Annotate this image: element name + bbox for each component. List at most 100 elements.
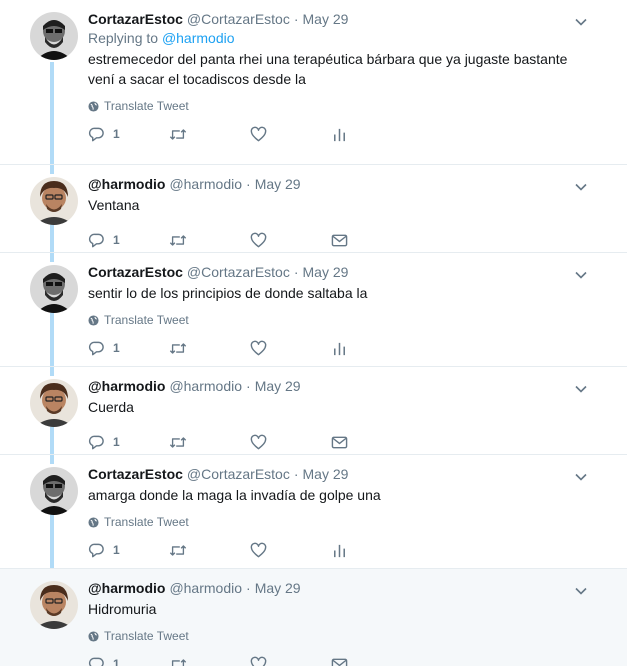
tweet[interactable]: @harmodio @harmodio · May 29 Cuerda 1 bbox=[0, 367, 627, 455]
like-button[interactable] bbox=[250, 656, 331, 666]
separator-dot: · bbox=[246, 176, 251, 192]
reply-button[interactable]: 1 bbox=[88, 656, 169, 666]
tweet[interactable]: CortazarEstoc @CortazarEstoc · May 29 am… bbox=[0, 455, 627, 569]
tweet-timestamp[interactable]: May 29 bbox=[255, 580, 301, 596]
avatar-harmodio[interactable] bbox=[30, 581, 78, 629]
retweet-icon bbox=[169, 342, 187, 354]
tweet-text: Hidromuria bbox=[88, 601, 157, 617]
separator-dot: · bbox=[293, 264, 299, 280]
avatar-harmodio[interactable] bbox=[30, 177, 78, 225]
reply-count: 1 bbox=[113, 435, 120, 449]
tweet-actions: 1 bbox=[88, 427, 617, 457]
analytics-icon bbox=[334, 128, 345, 141]
avatar-harmodio[interactable] bbox=[30, 379, 78, 427]
tweet-actions: 1 bbox=[88, 649, 617, 666]
author-fullname[interactable]: @harmodio bbox=[88, 378, 165, 394]
tweet[interactable]: CortazarEstoc @CortazarEstoc · May 29 Re… bbox=[0, 0, 627, 165]
reply-icon bbox=[88, 543, 104, 557]
retweet-icon bbox=[169, 544, 187, 556]
tweet-timestamp[interactable]: May 29 bbox=[255, 176, 301, 192]
heart-icon bbox=[250, 656, 267, 666]
analytics-button[interactable] bbox=[331, 126, 412, 143]
direct-message-icon bbox=[331, 436, 348, 448]
retweet-button[interactable] bbox=[169, 232, 250, 249]
analytics-icon bbox=[334, 544, 345, 557]
globe-icon bbox=[88, 630, 99, 642]
like-button[interactable] bbox=[250, 542, 331, 559]
tweet-text: sentir lo de los principios de donde sal… bbox=[88, 285, 368, 301]
reply-count: 1 bbox=[113, 543, 120, 557]
retweet-button[interactable] bbox=[169, 434, 250, 451]
avatar-cortazar[interactable] bbox=[30, 12, 78, 60]
reply-button[interactable]: 1 bbox=[88, 434, 169, 451]
translate-tweet-link[interactable]: Translate Tweet bbox=[88, 515, 617, 529]
like-button[interactable] bbox=[250, 340, 331, 357]
author-fullname[interactable]: CortazarEstoc bbox=[88, 466, 183, 482]
analytics-icon bbox=[334, 342, 345, 355]
retweet-button[interactable] bbox=[169, 340, 250, 357]
reply-button[interactable]: 1 bbox=[88, 542, 169, 559]
author-username[interactable]: @CortazarEstoc bbox=[187, 264, 290, 280]
direct-message-button[interactable] bbox=[331, 656, 412, 666]
replying-to-context: Replying to @harmodio bbox=[88, 30, 617, 46]
reply-button[interactable]: 1 bbox=[88, 340, 169, 357]
author-fullname[interactable]: @harmodio bbox=[88, 176, 165, 192]
heart-icon bbox=[250, 542, 267, 557]
tweet-timestamp[interactable]: May 29 bbox=[303, 466, 349, 482]
chevron-down-icon[interactable] bbox=[573, 179, 589, 195]
retweet-button[interactable] bbox=[169, 656, 250, 666]
chevron-down-icon[interactable] bbox=[573, 469, 589, 485]
tweet[interactable]: CortazarEstoc @CortazarEstoc · May 29 se… bbox=[0, 253, 627, 367]
retweet-button[interactable] bbox=[169, 542, 250, 559]
translate-tweet-link[interactable]: Translate Tweet bbox=[88, 99, 617, 113]
tweet-text: estremecedor del panta rhei una terapéut… bbox=[88, 51, 568, 87]
like-button[interactable] bbox=[250, 434, 331, 451]
analytics-button[interactable] bbox=[331, 542, 412, 559]
author-fullname[interactable]: CortazarEstoc bbox=[88, 264, 183, 280]
like-button[interactable] bbox=[250, 232, 331, 249]
author-fullname[interactable]: CortazarEstoc bbox=[88, 11, 183, 27]
translate-label: Translate Tweet bbox=[104, 515, 189, 529]
tweet-timestamp[interactable]: May 29 bbox=[255, 378, 301, 394]
chevron-down-icon[interactable] bbox=[573, 267, 589, 283]
avatar-cortazar[interactable] bbox=[30, 467, 78, 515]
tweet-timestamp[interactable]: May 29 bbox=[303, 264, 349, 280]
like-button[interactable] bbox=[250, 126, 331, 143]
globe-icon bbox=[88, 100, 99, 112]
tweet[interactable]: @harmodio @harmodio · May 29 Hidromuria … bbox=[0, 569, 627, 666]
author-username[interactable]: @CortazarEstoc bbox=[187, 466, 290, 482]
translate-label: Translate Tweet bbox=[104, 99, 189, 113]
author-username[interactable]: @harmodio bbox=[169, 580, 242, 596]
translate-tweet-link[interactable]: Translate Tweet bbox=[88, 313, 617, 327]
reply-icon bbox=[88, 127, 104, 141]
separator-dot: · bbox=[246, 378, 251, 394]
heart-icon bbox=[250, 434, 267, 449]
replying-to-link[interactable]: @harmodio bbox=[162, 30, 235, 46]
retweet-button[interactable] bbox=[169, 126, 250, 143]
author-username[interactable]: @harmodio bbox=[169, 378, 242, 394]
tweet-timestamp[interactable]: May 29 bbox=[303, 11, 349, 27]
author-username[interactable]: @CortazarEstoc bbox=[187, 11, 290, 27]
direct-message-button[interactable] bbox=[331, 232, 412, 249]
reply-button[interactable]: 1 bbox=[88, 232, 169, 249]
reply-icon bbox=[88, 435, 104, 449]
author-fullname[interactable]: @harmodio bbox=[88, 580, 165, 596]
tweet[interactable]: @harmodio @harmodio · May 29 Ventana 1 bbox=[0, 165, 627, 253]
direct-message-icon bbox=[331, 234, 348, 246]
direct-message-button[interactable] bbox=[331, 434, 412, 451]
translate-label: Translate Tweet bbox=[104, 629, 189, 643]
translate-tweet-link[interactable]: Translate Tweet bbox=[88, 629, 617, 643]
tweet-text: amarga donde la maga la invadía de golpe… bbox=[88, 487, 381, 503]
author-username[interactable]: @harmodio bbox=[169, 176, 242, 192]
chevron-down-icon[interactable] bbox=[573, 381, 589, 397]
retweet-icon bbox=[169, 234, 187, 246]
retweet-icon bbox=[169, 436, 187, 448]
reply-button[interactable]: 1 bbox=[88, 126, 169, 143]
chevron-down-icon[interactable] bbox=[573, 14, 589, 30]
conversation-thread: CortazarEstoc @CortazarEstoc · May 29 Re… bbox=[0, 0, 627, 666]
chevron-down-icon[interactable] bbox=[573, 583, 589, 599]
analytics-button[interactable] bbox=[331, 340, 412, 357]
separator-dot: · bbox=[293, 466, 299, 482]
tweet-text: Cuerda bbox=[88, 399, 134, 415]
avatar-cortazar[interactable] bbox=[30, 265, 78, 313]
